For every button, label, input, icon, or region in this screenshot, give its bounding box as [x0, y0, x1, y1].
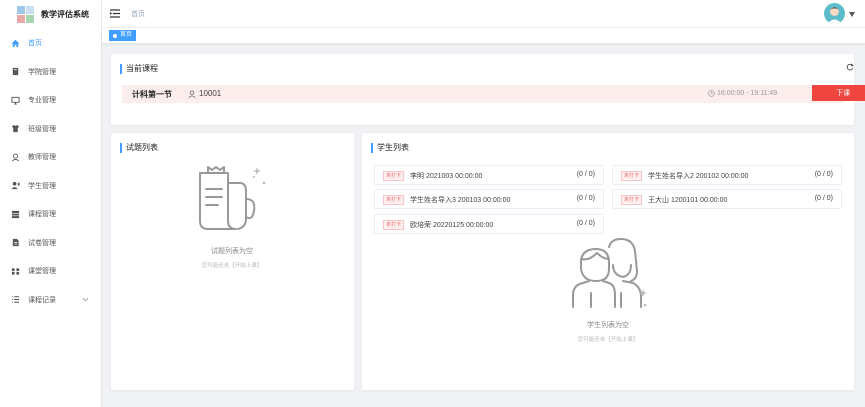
student-info: 欧培荣 20220125 00:00:00: [410, 222, 494, 229]
course-name: 计科第一节: [132, 90, 172, 99]
student-item[interactable]: 未打卡 欧培荣 20220125 00:00:00 (0 / 0): [374, 214, 604, 234]
empty-list-illustration-icon: [199, 166, 266, 230]
paper-icon: [10, 238, 20, 248]
student-item[interactable]: 未打卡 学生姓名导入3 200103 00:00:00 (0 / 0): [374, 189, 604, 209]
home-icon: [10, 38, 20, 48]
student-count: (0 / 0): [576, 171, 595, 178]
sidebar-item-label: 课程记录: [28, 296, 56, 304]
topbar: 首页: [102, 0, 865, 28]
student-empty-text: 学生列表为空: [587, 322, 629, 329]
sidebar-item-label: 试卷管理: [28, 239, 56, 247]
hamburger-icon[interactable]: [110, 9, 120, 18]
course-time-range: 16:00:00 - 19:11:49: [717, 90, 778, 97]
breadcrumb[interactable]: 首页: [131, 9, 145, 19]
end-class-button[interactable]: 下课: [812, 85, 865, 101]
student-item[interactable]: 未打卡 王大山 1200101 00:00:00 (0 / 0): [612, 189, 842, 209]
current-course-row: 计科第一节 10001 16:00:00 - 19:11:49 下课: [122, 85, 865, 103]
sidebar-item-student[interactable]: 学生管理: [0, 172, 101, 201]
student-empty-hint: 您可能还未【开始上课】: [577, 337, 639, 343]
student-list-card: 学生列表 未打卡 李明 2021003 00:00:00 (0 / 0) 未打卡…: [362, 133, 854, 390]
student-icon: [10, 181, 20, 191]
tag-home[interactable]: 首页: [109, 30, 137, 41]
student-info: 学生姓名导入2 200102 00:00:00: [648, 173, 749, 180]
tags-view: 首页: [102, 28, 865, 44]
student-count: (0 / 0): [576, 195, 595, 202]
unchecked-badge: 未打卡: [621, 171, 643, 181]
sidebar-item-label: 课堂管理: [28, 268, 56, 276]
dot-icon: [113, 33, 117, 38]
sidebar-item-college[interactable]: 学院管理: [0, 58, 101, 87]
student-info: 王大山 1200101 00:00:00: [648, 197, 728, 204]
monitor-icon: [10, 95, 20, 105]
sidebar-item-major[interactable]: 专业管理: [0, 86, 101, 115]
question-list-card: 试题列表 试题列表为空 您可能还未【开始上课】: [111, 133, 354, 390]
unchecked-badge: 未打卡: [383, 171, 405, 181]
student-item[interactable]: 未打卡 李明 2021003 00:00:00 (0 / 0): [374, 165, 604, 185]
sidebar-item-label: 学生管理: [28, 182, 56, 190]
student-list-title: 学生列表: [371, 143, 409, 153]
chevron-down-icon[interactable]: [82, 296, 89, 303]
course-user-id: 10001: [199, 89, 222, 98]
sidebar-item-label: 学院管理: [28, 68, 56, 76]
empty-users-illustration-icon: [572, 238, 647, 308]
sidebar-item-course-record[interactable]: 课程记录: [0, 286, 101, 315]
student-count: (0 / 0): [576, 220, 595, 227]
current-course-card: 当前课程 计科第一节 10001 16:00:00 - 19:11:49 下课: [111, 54, 865, 125]
app-title: 教学评估系统: [41, 9, 89, 19]
sidebar-item-paper[interactable]: 试卷管理: [0, 229, 101, 258]
unchecked-badge: 未打卡: [383, 195, 405, 205]
unchecked-badge: 未打卡: [383, 220, 405, 230]
caret-down-icon[interactable]: [849, 12, 855, 17]
question-empty-hint: 您可能还未【开始上课】: [201, 263, 263, 269]
logo-mark: [17, 5, 34, 23]
unchecked-badge: 未打卡: [621, 195, 643, 205]
shirt-icon: [10, 124, 20, 134]
clock-icon: [708, 90, 715, 97]
tag-label: 首页: [120, 32, 133, 38]
question-empty-text: 试题列表为空: [211, 248, 253, 255]
current-course-title: 当前课程: [120, 64, 158, 74]
grid-icon: [10, 209, 20, 219]
teacher-icon: [10, 152, 20, 162]
avatar[interactable]: [824, 3, 845, 24]
sidebar-item-label: 首页: [28, 40, 42, 48]
classroom-icon: [10, 266, 20, 276]
sidebar-item-label: 专业管理: [28, 97, 56, 105]
student-info: 学生姓名导入3 200103 00:00:00: [410, 197, 511, 204]
student-info: 李明 2021003 00:00:00: [410, 173, 483, 180]
user-icon: [188, 90, 196, 98]
course-user: 10001: [188, 89, 221, 98]
student-item[interactable]: 未打卡 学生姓名导入2 200102 00:00:00 (0 / 0): [612, 165, 842, 185]
sidebar-item-class[interactable]: 班级管理: [0, 115, 101, 144]
logo: 教学评估系统: [0, 0, 101, 28]
sidebar-item-home[interactable]: 首页: [0, 29, 101, 58]
sidebar-item-teacher[interactable]: 教师管理: [0, 143, 101, 172]
sidebar-item-course[interactable]: 课程管理: [0, 200, 101, 229]
sidebar-menu: 首页 学院管理 专业管理 班级管理 教师管理 学生管理 课程管理 试卷管理 课堂…: [0, 29, 101, 314]
sidebar-item-label: 课程管理: [28, 211, 56, 219]
refresh-icon[interactable]: [846, 63, 854, 71]
sidebar-item-label: 教师管理: [28, 154, 56, 162]
course-time: 16:00:00 - 19:11:49: [708, 90, 777, 97]
sidebar-item-label: 班级管理: [28, 125, 56, 133]
sidebar-item-classroom[interactable]: 课堂管理: [0, 257, 101, 286]
question-list-title: 试题列表: [120, 143, 158, 153]
list-icon: [10, 295, 20, 305]
book-icon: [10, 67, 20, 77]
student-count: (0 / 0): [814, 195, 833, 202]
student-count: (0 / 0): [814, 171, 833, 178]
sidebar: 教学评估系统 首页 学院管理 专业管理 班级管理 教师管理 学生管理 课程管理 …: [0, 0, 102, 407]
